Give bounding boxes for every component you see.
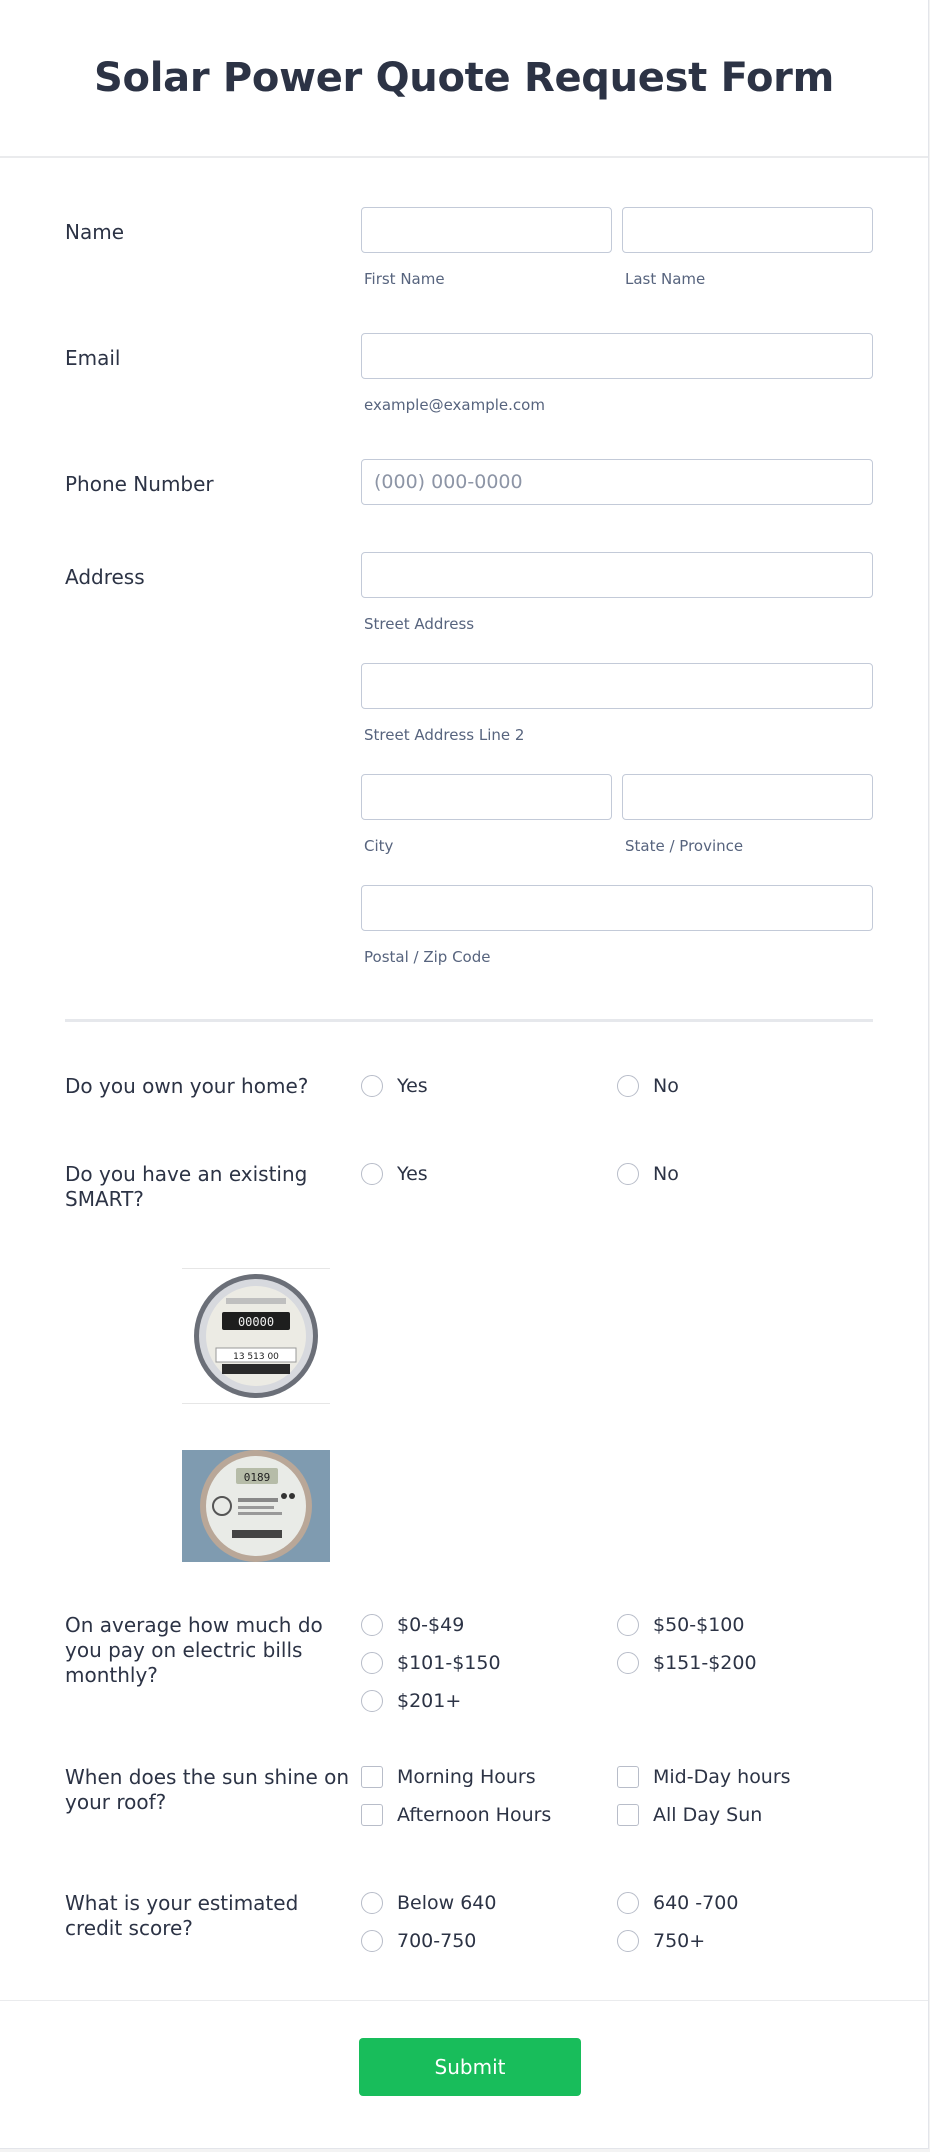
checkbox-label: Mid-Day hours [653, 1766, 791, 1788]
email-field[interactable] [361, 333, 873, 379]
bill-101-150-radio[interactable]: $101-$150 [361, 1652, 501, 1674]
checkbox-icon[interactable] [617, 1804, 639, 1826]
city-sublabel: City [364, 837, 394, 855]
radio-label: $151-$200 [653, 1652, 757, 1674]
first-name-sublabel: First Name [364, 270, 445, 288]
form-header: Solar Power Quote Request Form [0, 0, 928, 158]
credit-640-700-radio[interactable]: 640 -700 [617, 1892, 738, 1914]
radio-label: 640 -700 [653, 1892, 739, 1914]
state-sublabel: State / Province [625, 837, 744, 855]
radio-label: No [653, 1163, 679, 1185]
street-address-2-field[interactable] [361, 663, 873, 709]
radio-label: Below 640 [397, 1892, 497, 1914]
last-name-sublabel: Last Name [625, 270, 706, 288]
meter-serial: 13 513 00 [233, 1352, 279, 1362]
form-page: Solar Power Quote Request Form Name Firs… [0, 0, 929, 2149]
afternoon-hours-checkbox[interactable]: Afternoon Hours [361, 1804, 551, 1826]
meter-readout: 00000 [238, 1315, 274, 1329]
radio-circle-icon[interactable] [617, 1930, 639, 1952]
checkbox-icon[interactable] [361, 1804, 383, 1826]
smart-yes-radio[interactable]: Yes [361, 1163, 428, 1185]
meter-display: 0189 [244, 1471, 271, 1484]
radio-circle-icon[interactable] [617, 1614, 639, 1636]
footer-divider [0, 2000, 928, 2001]
radio-circle-icon[interactable] [361, 1614, 383, 1636]
street-address-field[interactable] [361, 552, 873, 598]
radio-circle-icon[interactable] [361, 1652, 383, 1674]
radio-circle-icon[interactable] [617, 1075, 639, 1097]
checkbox-icon[interactable] [361, 1766, 383, 1788]
zip-field[interactable] [361, 885, 873, 931]
last-name-input[interactable] [623, 208, 872, 252]
first-name-field[interactable] [361, 207, 612, 253]
name-label: Name [65, 220, 125, 244]
smart-no-radio[interactable]: No [617, 1163, 679, 1185]
all-day-sun-checkbox[interactable]: All Day Sun [617, 1804, 762, 1826]
radio-label: $101-$150 [397, 1652, 501, 1674]
section-divider [65, 1019, 873, 1022]
zip-sublabel: Postal / Zip Code [364, 948, 491, 966]
mid-day-hours-checkbox[interactable]: Mid-Day hours [617, 1766, 791, 1788]
radio-circle-icon[interactable] [617, 1892, 639, 1914]
bill-50-100-radio[interactable]: $50-$100 [617, 1614, 744, 1636]
credit-label: What is your estimated credit score? [65, 1891, 299, 1940]
city-field[interactable] [361, 774, 612, 820]
own-home-no-radio[interactable]: No [617, 1075, 679, 1097]
street-address-input[interactable] [362, 553, 872, 597]
radio-circle-icon[interactable] [361, 1163, 383, 1185]
smart-meter-label: Do you have an existing SMART? [65, 1162, 308, 1211]
morning-hours-checkbox[interactable]: Morning Hours [361, 1766, 536, 1788]
radio-label: 700-750 [397, 1930, 477, 1952]
radio-label: $0-$49 [397, 1614, 465, 1636]
email-input[interactable] [362, 334, 872, 378]
radio-circle-icon[interactable] [361, 1930, 383, 1952]
phone-input[interactable] [362, 460, 872, 504]
email-label: Email [65, 346, 121, 370]
radio-circle-icon[interactable] [361, 1690, 383, 1712]
credit-700-750-radio[interactable]: 700-750 [361, 1930, 476, 1952]
radio-label: Yes [397, 1163, 428, 1185]
checkbox-icon[interactable] [617, 1766, 639, 1788]
page-title: Solar Power Quote Request Form [94, 55, 834, 101]
address-label: Address [65, 565, 145, 589]
radio-label: $50-$100 [653, 1614, 745, 1636]
bill-201-plus-radio[interactable]: $201+ [361, 1690, 461, 1712]
radio-label: Yes [397, 1075, 428, 1097]
phone-field[interactable] [361, 459, 873, 505]
zip-input[interactable] [362, 886, 872, 930]
bill-151-200-radio[interactable]: $151-$200 [617, 1652, 757, 1674]
digital-meter-image: 0189 [182, 1450, 330, 1562]
radio-label: $201+ [397, 1690, 462, 1712]
checkbox-label: All Day Sun [653, 1804, 763, 1826]
radio-circle-icon[interactable] [361, 1892, 383, 1914]
state-field[interactable] [622, 774, 873, 820]
first-name-input[interactable] [362, 208, 611, 252]
state-input[interactable] [623, 775, 872, 819]
street-address-2-input[interactable] [362, 664, 872, 708]
credit-below-640-radio[interactable]: Below 640 [361, 1892, 496, 1914]
bill-0-49-radio[interactable]: $0-$49 [361, 1614, 464, 1636]
radio-circle-icon[interactable] [617, 1163, 639, 1185]
analog-meter-image: 00000 13 513 00 [182, 1268, 330, 1404]
credit-750-plus-radio[interactable]: 750+ [617, 1930, 705, 1952]
sun-label: When does the sun shine on your roof? [65, 1765, 350, 1814]
checkbox-label: Morning Hours [397, 1766, 536, 1788]
radio-circle-icon[interactable] [361, 1075, 383, 1097]
radio-circle-icon[interactable] [617, 1652, 639, 1674]
checkbox-label: Afternoon Hours [397, 1804, 552, 1826]
radio-label: No [653, 1075, 679, 1097]
phone-label: Phone Number [65, 472, 214, 496]
email-sublabel: example@example.com [364, 396, 545, 414]
own-home-yes-radio[interactable]: Yes [361, 1075, 428, 1097]
bills-label: On average how much do you pay on electr… [65, 1613, 323, 1687]
city-input[interactable] [362, 775, 611, 819]
street-address-sublabel: Street Address [364, 615, 475, 633]
last-name-field[interactable] [622, 207, 873, 253]
street-address-2-sublabel: Street Address Line 2 [364, 726, 525, 744]
own-home-label: Do you own your home? [65, 1074, 309, 1098]
submit-button[interactable]: Submit [359, 2038, 581, 2096]
radio-label: 750+ [653, 1930, 706, 1952]
